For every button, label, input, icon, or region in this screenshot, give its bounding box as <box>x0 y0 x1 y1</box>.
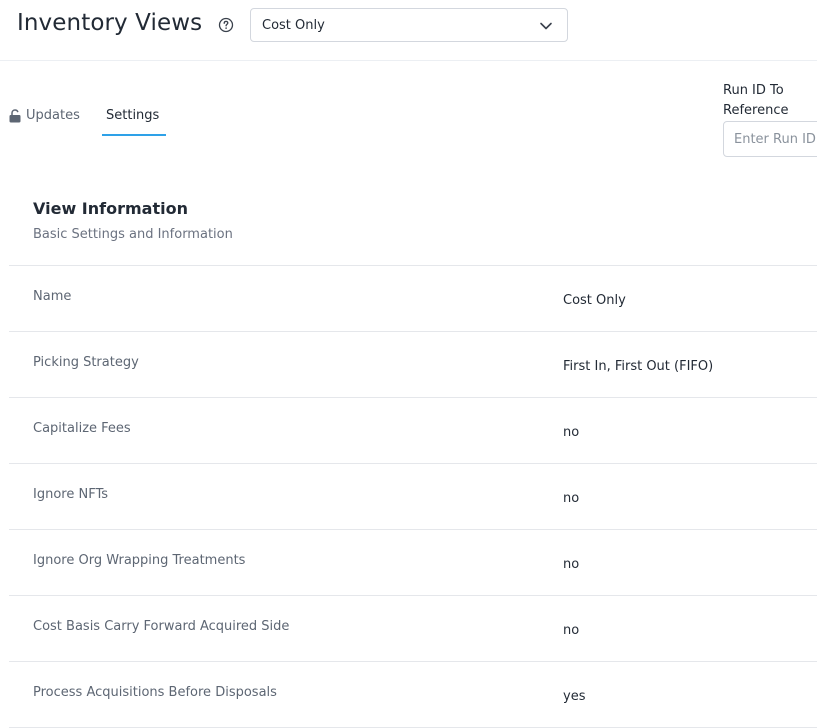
setting-key: Picking Strategy <box>33 355 139 370</box>
question-circle-icon[interactable] <box>218 17 234 33</box>
setting-key: Process Acquisitions Before Disposals <box>33 685 277 700</box>
setting-key: Cost Basis Carry Forward Acquired Side <box>33 619 290 634</box>
settings-row-process-acquisitions: Process Acquisitions Before Disposals ye… <box>9 661 817 728</box>
setting-value: Cost Only <box>563 293 626 308</box>
settings-row-cost-basis-carry-forward: Cost Basis Carry Forward Acquired Side n… <box>9 595 817 661</box>
view-select[interactable]: Cost Only <box>250 8 568 42</box>
setting-value: First In, First Out (FIFO) <box>563 359 714 374</box>
settings-list: Name Cost Only Picking Strategy First In… <box>9 265 817 728</box>
setting-value: no <box>563 491 580 506</box>
section-subtitle: Basic Settings and Information <box>33 227 233 242</box>
page-header: Inventory Views Cost Only <box>0 0 817 61</box>
setting-key: Name <box>33 289 72 304</box>
section-title: View Information <box>33 199 188 218</box>
settings-row-picking-strategy: Picking Strategy First In, First Out (FI… <box>9 331 817 397</box>
setting-value: no <box>563 623 580 638</box>
setting-key: Capitalize Fees <box>33 421 131 436</box>
setting-key: Ignore NFTs <box>33 487 109 502</box>
page-title: Inventory Views <box>17 10 203 36</box>
run-id-label: Run ID To Reference <box>723 83 789 118</box>
settings-row-capitalize-fees: Capitalize Fees no <box>9 397 817 463</box>
tab-settings-label: Settings <box>106 108 160 123</box>
settings-row-name: Name Cost Only <box>9 265 817 331</box>
tab-updates-label: Updates <box>26 108 80 123</box>
setting-value: yes <box>563 689 586 704</box>
setting-value: no <box>563 557 580 572</box>
run-id-input[interactable] <box>723 121 817 157</box>
settings-row-ignore-nfts: Ignore NFTs no <box>9 463 817 529</box>
setting-value: no <box>563 425 580 440</box>
setting-key: Ignore Org Wrapping Treatments <box>33 553 246 568</box>
lock-icon <box>9 109 21 123</box>
chevron-down-icon <box>540 22 552 30</box>
view-select-value: Cost Only <box>262 18 325 33</box>
settings-row-ignore-org-wrapping: Ignore Org Wrapping Treatments no <box>9 529 817 595</box>
tab-settings[interactable]: Settings <box>102 108 166 136</box>
